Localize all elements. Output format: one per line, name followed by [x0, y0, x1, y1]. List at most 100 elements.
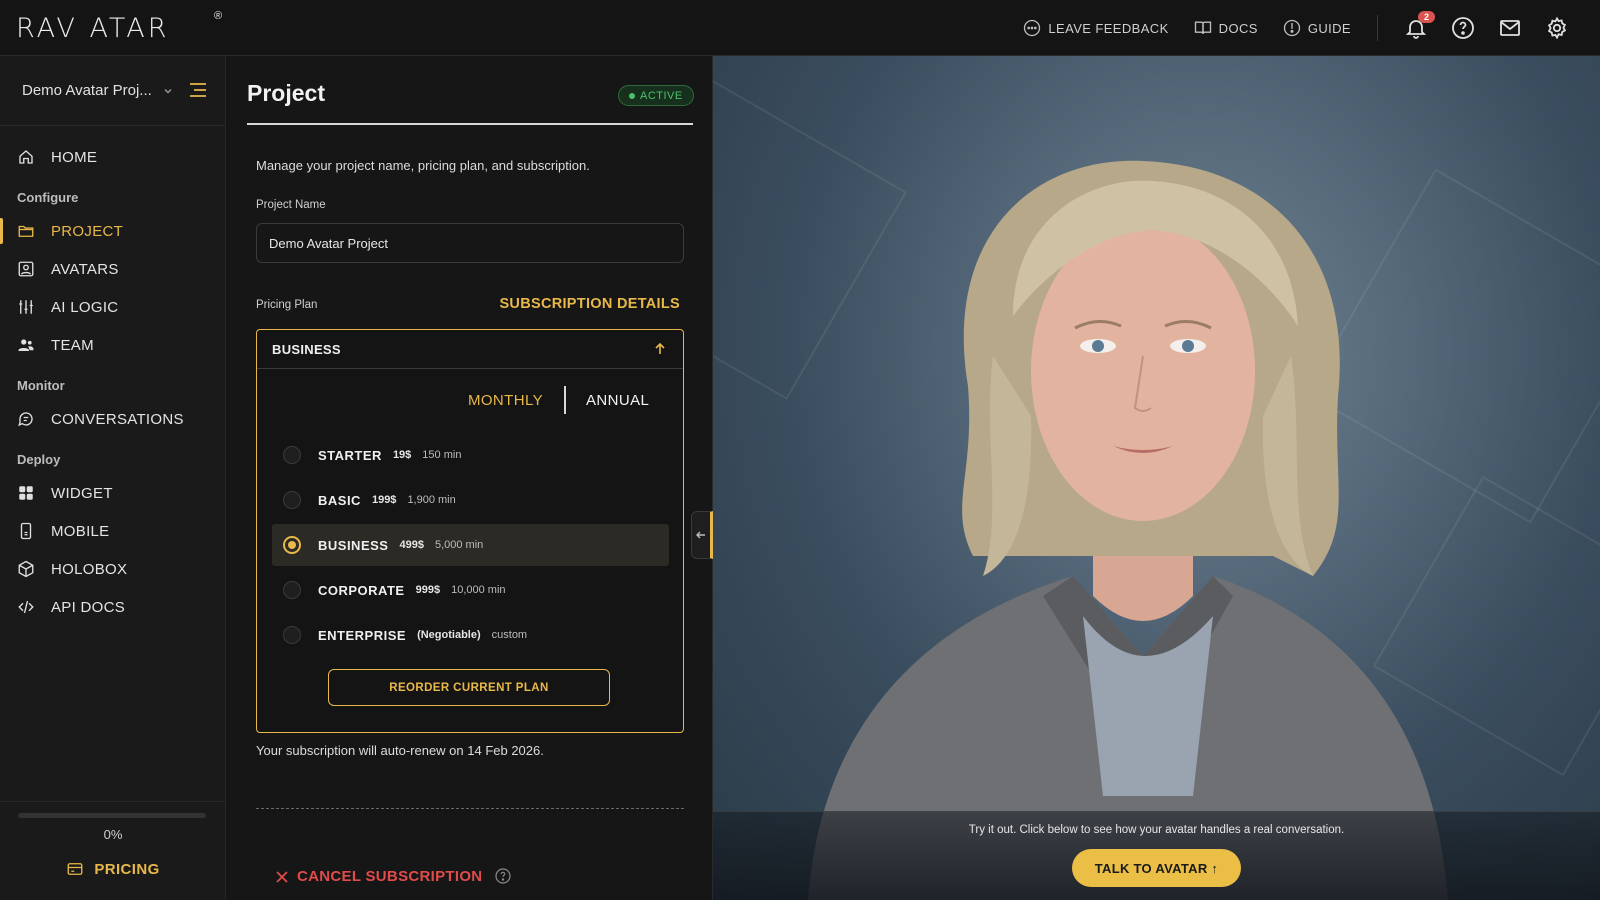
sidebar-item-label: MOBILE [51, 522, 110, 540]
ravatar-logo[interactable]: RAV ATAR ® [16, 6, 222, 50]
billing-period-toggle: MONTHLY ANNUAL [257, 386, 685, 416]
status-badge: ACTIVE [618, 85, 694, 106]
top-divider [1377, 15, 1378, 41]
talk-to-avatar-button[interactable]: TALK TO AVATAR ↑ [1072, 849, 1241, 887]
guide-label: GUIDE [1307, 20, 1351, 36]
credit-card-icon [67, 863, 83, 875]
plan-option-enterprise[interactable]: ENTERPRISE (Negotiable) custom [272, 614, 669, 656]
reorder-plan-button[interactable]: REORDER CURRENT PLAN [328, 669, 610, 706]
docs-link[interactable]: DOCS [1193, 18, 1258, 38]
sidebar-item-team[interactable]: TEAM [0, 326, 226, 364]
cancel-subscription-label: CANCEL SUBSCRIPTION [297, 868, 483, 885]
billing-monthly-option[interactable]: MONTHLY [468, 392, 543, 409]
plan-radio[interactable] [283, 491, 301, 509]
project-description: Manage your project name, pricing plan, … [256, 158, 590, 173]
plan-option-starter[interactable]: STARTER 19$ 150 min [272, 434, 669, 476]
collapse-panel-button[interactable] [691, 511, 713, 559]
top-bar: RAV ATAR ® LEAVE FEEDBACK DOCS GUIDE 2 [0, 0, 1600, 56]
close-icon [276, 870, 288, 883]
cube-icon [18, 560, 34, 578]
plan-name: BUSINESS [318, 537, 389, 553]
try-it-text: Try it out. Click below to see how your … [968, 824, 1345, 836]
guide-link[interactable]: GUIDE [1282, 18, 1351, 38]
sidebar-item-label: API DOCS [51, 598, 126, 616]
chat-bubble-icon [18, 412, 33, 427]
sliders-icon [19, 300, 33, 314]
sidebar: Demo Avatar Proj... HOME Configure PROJE… [0, 56, 226, 900]
grid-icon [19, 486, 33, 500]
billing-separator [564, 386, 566, 414]
pricing-button[interactable]: PRICING [0, 860, 226, 878]
cancel-subscription-button[interactable]: CANCEL SUBSCRIPTION [275, 868, 482, 885]
sidebar-item-label: CONVERSATIONS [51, 410, 184, 428]
plan-radio[interactable] [283, 446, 301, 464]
billing-annual-option[interactable]: ANNUAL [586, 392, 649, 409]
team-icon [18, 339, 34, 351]
current-plan-name: BUSINESS [272, 341, 341, 357]
project-selector-name: Demo Avatar Proj... [22, 82, 152, 99]
top-actions: LEAVE FEEDBACK DOCS GUIDE 2 [1022, 0, 1580, 56]
sidebar-item-label: AI LOGIC [51, 298, 119, 316]
sidebar-item-label: TEAM [51, 336, 94, 354]
plan-options: STARTER 19$ 150 min BASIC 199$ 1,900 min… [272, 434, 669, 659]
section-configure: Configure [17, 189, 79, 205]
plan-accordion-header[interactable]: BUSINESS [257, 330, 683, 369]
stage-footer: Try it out. Click below to see how your … [713, 811, 1600, 900]
sidebar-item-api-docs[interactable]: API DOCS [0, 588, 226, 626]
folder-icon [18, 225, 34, 237]
sidebar-item-avatars[interactable]: AVATARS [0, 250, 226, 288]
plan-minutes: custom [491, 629, 528, 641]
page-title: Project [247, 80, 325, 106]
plan-radio[interactable] [283, 536, 301, 554]
avatar-portrait [808, 160, 1448, 900]
project-name-label: Project Name [256, 199, 326, 211]
auto-renew-notice: Your subscription will auto-renew on 14 … [256, 743, 544, 758]
chevron-down-icon [164, 88, 172, 93]
sidebar-item-widget[interactable]: WIDGET [0, 474, 226, 512]
menu-toggle-icon[interactable] [187, 79, 209, 101]
notifications-button[interactable]: 2 [1392, 0, 1439, 56]
leave-feedback-link[interactable]: LEAVE FEEDBACK [1022, 18, 1168, 38]
sidebar-item-conversations[interactable]: CONVERSATIONS [0, 400, 226, 438]
sidebar-divider [0, 801, 226, 802]
plan-price: 499$ [399, 539, 424, 551]
sidebar-item-holobox[interactable]: HOLOBOX [0, 550, 226, 588]
plan-radio[interactable] [283, 581, 301, 599]
project-panel: Project ACTIVE Manage your project name,… [227, 56, 713, 900]
home-icon [19, 150, 33, 164]
notification-badge: 2 [1418, 11, 1436, 23]
compass-icon [1283, 19, 1300, 37]
project-name-input[interactable] [256, 223, 684, 263]
sidebar-item-project[interactable]: PROJECT [0, 212, 226, 250]
plan-price: 999$ [415, 584, 441, 596]
help-icon[interactable] [495, 868, 511, 884]
gear-icon [1547, 16, 1566, 40]
plan-minutes: 10,000 min [451, 584, 506, 596]
settings-button[interactable] [1533, 0, 1580, 56]
sidebar-item-ai-logic[interactable]: AI LOGIC [0, 288, 226, 326]
usage-progress-text: 0% [103, 827, 123, 842]
help-button[interactable] [1439, 0, 1486, 56]
subscription-details-link[interactable]: SUBSCRIPTION DETAILS [499, 296, 680, 312]
plan-name: CORPORATE [318, 582, 405, 598]
sidebar-item-mobile[interactable]: MOBILE [0, 512, 226, 550]
plan-option-corporate[interactable]: CORPORATE 999$ 10,000 min [272, 569, 669, 611]
book-icon [1194, 21, 1211, 34]
sidebar-item-label: HOME [51, 148, 98, 166]
section-monitor: Monitor [17, 377, 65, 393]
plan-price: 199$ [371, 494, 397, 506]
plan-minutes: 150 min [422, 449, 462, 461]
mail-icon [1499, 20, 1520, 36]
plan-option-business[interactable]: BUSINESS 499$ 5,000 min [272, 524, 669, 566]
code-icon [18, 600, 34, 614]
sidebar-item-label: AVATARS [51, 260, 119, 278]
plan-price: (Negotiable) [417, 629, 481, 641]
plan-radio[interactable] [283, 626, 301, 644]
sidebar-item-home[interactable]: HOME [0, 138, 226, 176]
logo-wordmark: RAV ATAR [16, 12, 170, 44]
plan-name: ENTERPRISE [318, 627, 407, 643]
plan-option-basic[interactable]: BASIC 199$ 1,900 min [272, 479, 669, 521]
chat-icon [1024, 19, 1041, 37]
mail-button[interactable] [1486, 0, 1533, 56]
pricing-plan-box: BUSINESS MONTHLY ANNUAL STARTER 19$ 150 … [256, 329, 684, 733]
